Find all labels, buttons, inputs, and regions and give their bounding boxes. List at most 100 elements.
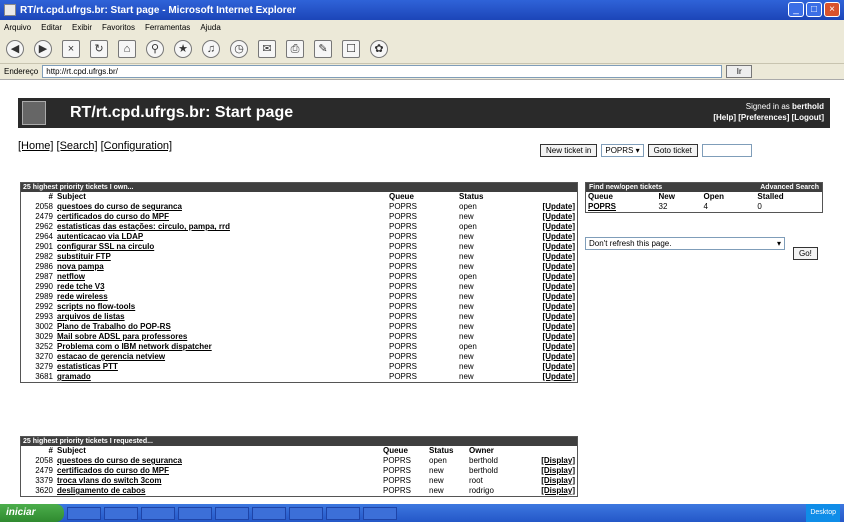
ticket-subject-link[interactable]: certificados do curso do MPF <box>55 212 387 222</box>
refresh-select[interactable]: Don't refresh this page. ▾ <box>585 237 785 250</box>
history-icon[interactable]: ◷ <box>230 39 248 58</box>
ticket-subject-link[interactable]: configurar SSL na circulo <box>55 242 387 252</box>
update-link[interactable]: [Update] <box>527 232 577 242</box>
discuss-icon[interactable]: ☐ <box>342 39 360 58</box>
mail-icon[interactable]: ✉ <box>258 39 276 58</box>
ticket-subject-link[interactable]: autenticacao via LDAP <box>55 232 387 242</box>
qs-new-count[interactable]: 32 <box>657 202 702 212</box>
ticket-subject-link[interactable]: Problema com o IBM network dispatcher <box>55 342 387 352</box>
taskbar-item[interactable] <box>178 506 212 520</box>
menu-exibir[interactable]: Exibir <box>72 23 92 32</box>
queue-select[interactable]: POPRS ▾ <box>601 144 644 157</box>
refresh-icon[interactable]: ↻ <box>90 39 108 58</box>
goto-ticket-button[interactable]: Goto ticket <box>647 144 698 157</box>
ticket-subject-link[interactable]: scripts no flow-tools <box>55 302 387 312</box>
update-link[interactable]: [Update] <box>527 342 577 352</box>
stop-icon[interactable]: × <box>62 39 80 58</box>
col-subject: Subject <box>57 192 86 201</box>
ticket-subject-link[interactable]: certificados do curso do MPF <box>55 466 381 476</box>
update-link[interactable]: [Update] <box>527 312 577 322</box>
print-icon[interactable]: ⎙ <box>286 39 304 58</box>
nav-search-link[interactable]: [Search] <box>57 140 98 152</box>
update-link[interactable]: [Update] <box>527 322 577 332</box>
nav-configuration-link[interactable]: [Configuration] <box>101 140 173 152</box>
ticket-subject-link[interactable]: nova pampa <box>55 262 387 272</box>
update-link[interactable]: [Update] <box>527 332 577 342</box>
update-link[interactable]: [Update] <box>527 362 577 372</box>
table-row: 3252 Problema com o IBM network dispatche… <box>21 342 577 352</box>
ticket-subject-link[interactable]: arquivos de listas <box>55 312 387 322</box>
nav-home-link[interactable]: [Home] <box>18 140 53 152</box>
taskbar-item[interactable] <box>326 506 360 520</box>
update-link[interactable]: [Update] <box>527 252 577 262</box>
ticket-subject-link[interactable]: desligamento de cabos <box>55 486 381 496</box>
update-link[interactable]: [Update] <box>527 202 577 212</box>
update-link[interactable]: [Update] <box>527 262 577 272</box>
taskbar-item[interactable] <box>363 506 397 520</box>
taskbar-item[interactable] <box>289 506 323 520</box>
ticket-id: 2992 <box>35 302 53 311</box>
update-link[interactable]: [Update] <box>527 242 577 252</box>
taskbar-item[interactable] <box>141 506 175 520</box>
display-link[interactable]: [Display] <box>527 476 577 486</box>
edit-icon[interactable]: ✎ <box>314 39 332 58</box>
ticket-subject-link[interactable]: rede tche V3 <box>55 282 387 292</box>
taskbar-item[interactable] <box>252 506 286 520</box>
ticket-subject-link[interactable]: questoes do curso de seguranca <box>55 456 381 466</box>
forward-icon[interactable]: ▶ <box>34 39 52 58</box>
update-link[interactable]: [Update] <box>527 302 577 312</box>
ticket-subject-link[interactable]: estacao de gerencia netview <box>55 352 387 362</box>
update-link[interactable]: [Update] <box>527 352 577 362</box>
update-link[interactable]: [Update] <box>527 272 577 282</box>
maximize-button[interactable]: □ <box>806 2 822 17</box>
favorites-icon[interactable]: ★ <box>174 39 192 58</box>
ticket-subject-link[interactable]: Mail sobre ADSL para professores <box>55 332 387 342</box>
ticket-subject-link[interactable]: Plano de Trabalho do POP-RS <box>55 322 387 332</box>
goto-ticket-input[interactable] <box>701 144 752 157</box>
update-link[interactable]: [Update] <box>527 292 577 302</box>
messenger-icon[interactable]: ✿ <box>370 39 388 58</box>
ticket-subject-link[interactable]: gramado <box>55 372 387 382</box>
header-links[interactable]: [Help] [Preferences] [Logout] <box>713 113 824 122</box>
menu-editar[interactable]: Editar <box>41 23 62 32</box>
ticket-subject-link[interactable]: troca vlans do switch 3com <box>55 476 381 486</box>
display-link[interactable]: [Display] <box>527 466 577 476</box>
menu-ferramentas[interactable]: Ferramentas <box>145 23 190 32</box>
taskbar-item[interactable] <box>104 506 138 520</box>
media-icon[interactable]: ♫ <box>202 39 220 58</box>
search-icon[interactable]: ⚲ <box>146 39 164 58</box>
address-go-button[interactable]: Ir <box>726 65 753 78</box>
requested-tickets-title[interactable]: 25 highest priority tickets I requested.… <box>21 437 577 446</box>
ticket-subject-link[interactable]: questoes do curso de seguranca <box>55 202 387 212</box>
qs-open-count[interactable]: 4 <box>702 202 756 212</box>
display-link[interactable]: [Display] <box>527 456 577 466</box>
ticket-subject-link[interactable]: netflow <box>55 272 387 282</box>
start-button[interactable]: iniciar <box>0 504 64 522</box>
menu-arquivo[interactable]: Arquivo <box>4 23 31 32</box>
ticket-subject-link[interactable]: estatisticas PTT <box>55 362 387 372</box>
ticket-subject-link[interactable]: rede wireless <box>55 292 387 302</box>
rt-logo-icon[interactable] <box>22 101 46 125</box>
address-input[interactable]: http://rt.cpd.ufrgs.br/ <box>42 65 723 78</box>
refresh-go-button[interactable]: Go! <box>793 247 818 260</box>
update-link[interactable]: [Update] <box>527 282 577 292</box>
display-link[interactable]: [Display] <box>527 486 577 496</box>
owned-tickets-title[interactable]: 25 highest priority tickets I own... <box>21 183 577 192</box>
home-icon[interactable]: ⌂ <box>118 39 136 58</box>
ticket-subject-link[interactable]: estatisticas das estações: circulo, pamp… <box>55 222 387 232</box>
taskbar-item[interactable] <box>215 506 249 520</box>
advanced-search-link[interactable]: Advanced Search <box>760 183 819 192</box>
update-link[interactable]: [Update] <box>527 222 577 232</box>
close-button[interactable]: × <box>824 2 840 17</box>
taskbar-item[interactable] <box>67 506 101 520</box>
qs-queue-link[interactable]: POPRS <box>586 202 657 212</box>
new-ticket-button[interactable]: New ticket in <box>540 144 598 157</box>
update-link[interactable]: [Update] <box>527 372 577 382</box>
qs-stalled-count[interactable]: 0 <box>755 202 822 212</box>
menu-favoritos[interactable]: Favoritos <box>102 23 135 32</box>
update-link[interactable]: [Update] <box>527 212 577 222</box>
ticket-subject-link[interactable]: substituir FTP <box>55 252 387 262</box>
back-icon[interactable]: ◀ <box>6 39 24 58</box>
menu-ajuda[interactable]: Ajuda <box>200 23 220 32</box>
minimize-button[interactable]: _ <box>788 2 804 17</box>
